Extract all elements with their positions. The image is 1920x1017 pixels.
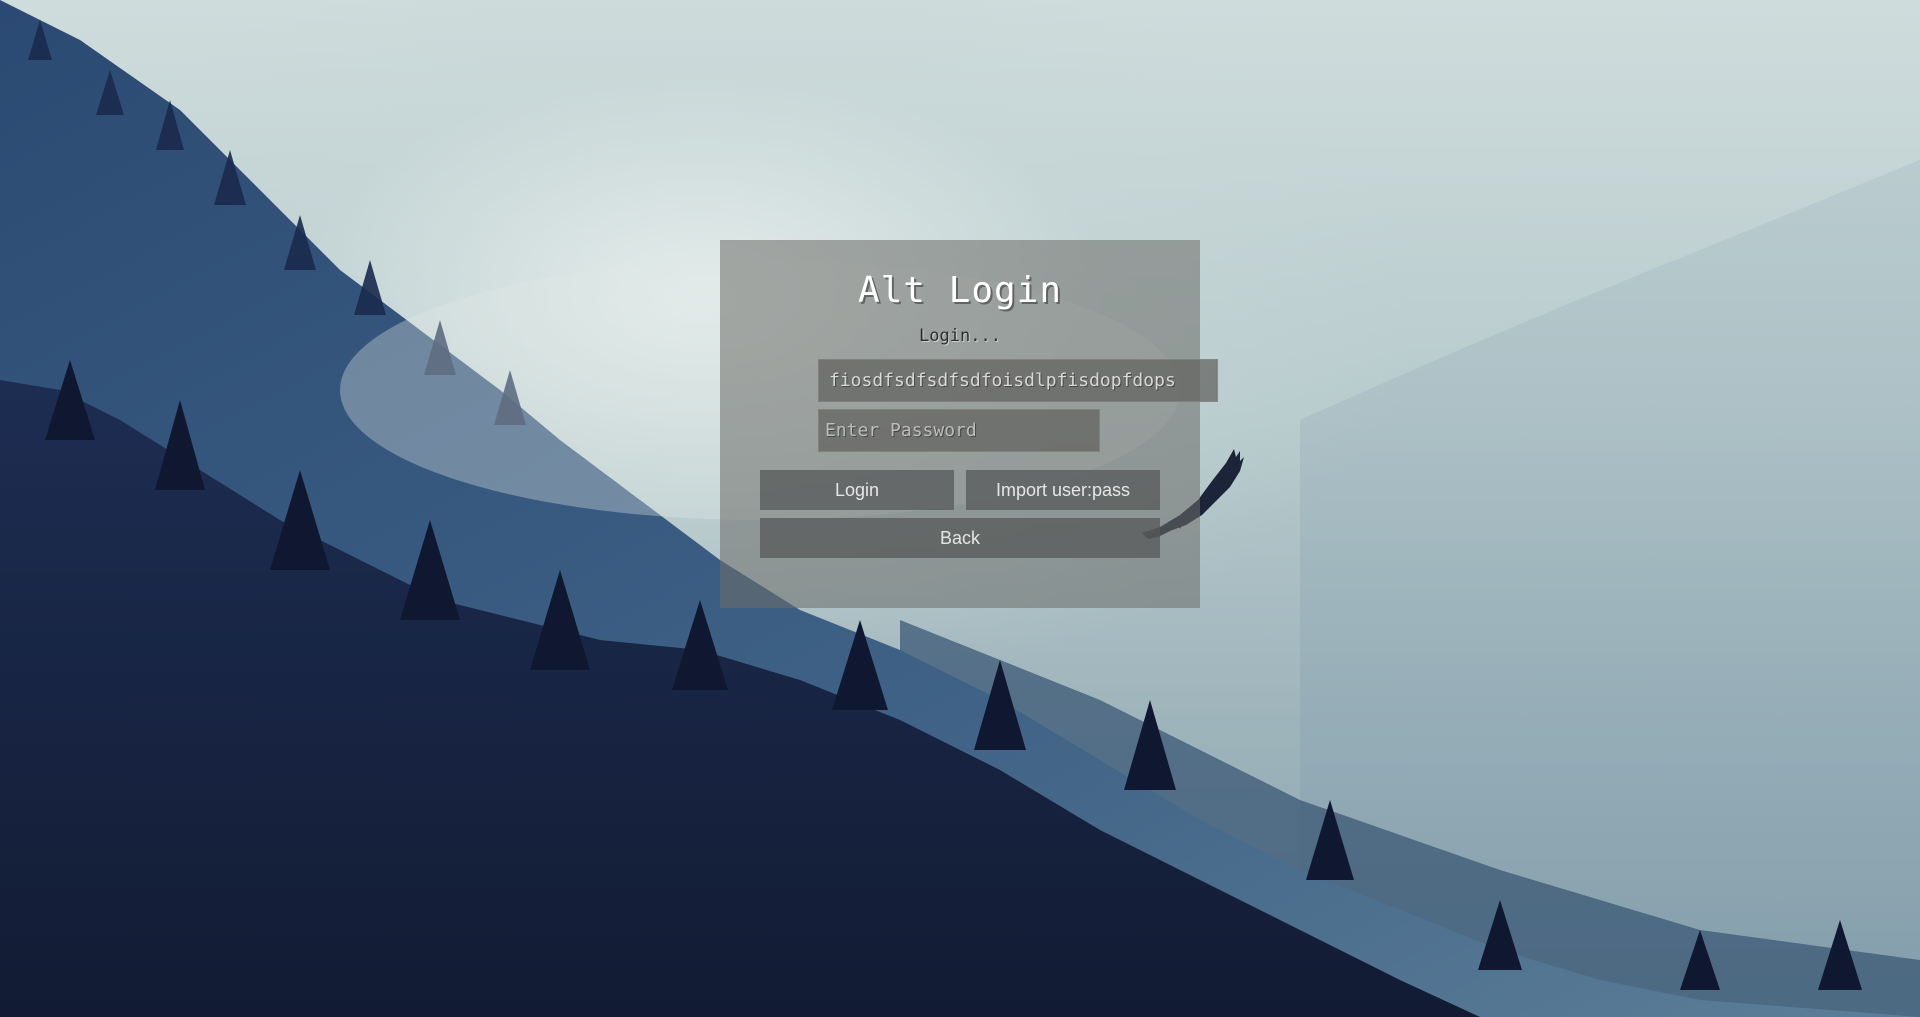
back-button[interactable]: Back (760, 518, 1160, 558)
password-input[interactable]: Enter Password (818, 409, 1100, 452)
page-title: Alt Login (857, 270, 1063, 311)
import-user-pass-button[interactable]: Import user:pass (966, 470, 1160, 510)
login-button[interactable]: Login (760, 470, 954, 510)
username-input[interactable]: fiosdfsdfsdfsdfoisdlpfisdopfdops (818, 359, 1218, 402)
alt-login-panel: Alt Login Login... fiosdfsdfsdfsdfoisdlp… (720, 240, 1218, 608)
status-text: Login... (919, 326, 1001, 346)
